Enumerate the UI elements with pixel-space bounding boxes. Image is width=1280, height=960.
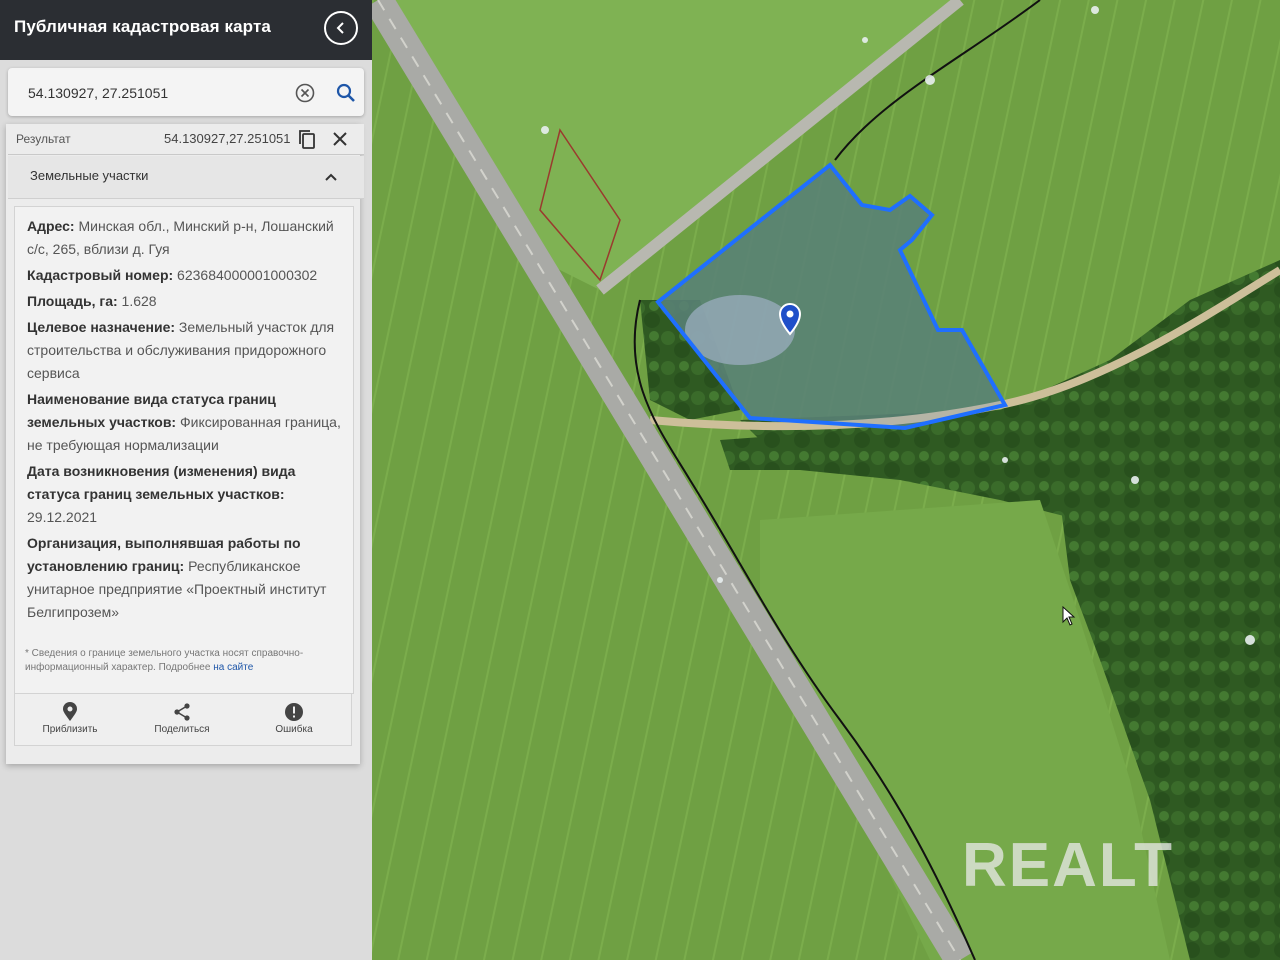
- organization-row: Организация, выполнявшая работы по устан…: [27, 535, 327, 620]
- share-icon: [174, 703, 190, 721]
- search-box: [8, 68, 364, 116]
- status-date-row: Дата возникновения (изменения) вида стат…: [27, 463, 296, 525]
- disclaimer-note: * Сведения о границе земельного участка …: [25, 648, 304, 673]
- sidebar-panel: Публичная кадастровая карта Результат 54…: [0, 0, 372, 960]
- section-land-plots[interactable]: Земельные участки: [8, 156, 364, 199]
- cadastral-number-row: Кадастровый номер: 623684000001000302: [27, 267, 318, 283]
- mouse-cursor-icon: [1062, 606, 1076, 626]
- result-label: Результат: [16, 132, 71, 146]
- section-title: Земельные участки: [30, 168, 149, 183]
- alert-icon: [285, 703, 303, 721]
- chevron-left-icon: [336, 22, 344, 34]
- share-button[interactable]: Поделиться: [137, 702, 227, 735]
- area-row: Площадь, га: 1.628: [27, 293, 157, 309]
- parcel-info-card: Адрес: Минская обл., Минский р-н, Лошанс…: [14, 206, 354, 694]
- result-coords: 54.130927,27.251051: [164, 131, 291, 146]
- address-row: Адрес: Минская обл., Минский р-н, Лошанс…: [27, 218, 334, 257]
- copy-icon[interactable]: [296, 128, 318, 150]
- purpose-row: Целевое назначение: Земельный участок дл…: [27, 319, 335, 381]
- pin-icon: [63, 702, 77, 721]
- search-icon[interactable]: [334, 81, 358, 105]
- parcel-info: Адрес: Минская обл., Минский р-н, Лошанс…: [27, 215, 345, 627]
- watermark-logo: REALT: [962, 831, 1175, 900]
- close-icon[interactable]: [330, 129, 350, 149]
- app-title: Публичная кадастровая карта: [14, 17, 271, 36]
- boundary-status-row: Наименование вида статуса границ земельн…: [27, 391, 341, 453]
- collapse-button[interactable]: [324, 11, 358, 45]
- report-error-button[interactable]: Ошибка: [249, 702, 339, 735]
- zoom-to-button[interactable]: Приблизить: [25, 702, 115, 735]
- search-input[interactable]: [26, 80, 280, 106]
- more-info-link[interactable]: на сайте: [213, 662, 253, 673]
- result-bar: Результат 54.130927,27.251051: [8, 124, 364, 155]
- clear-search-icon[interactable]: [294, 82, 316, 104]
- action-bar: Приблизить Поделиться Ошибка: [14, 694, 352, 746]
- sidebar-header: Публичная кадастровая карта: [0, 0, 372, 60]
- chevron-up-icon: [325, 173, 337, 181]
